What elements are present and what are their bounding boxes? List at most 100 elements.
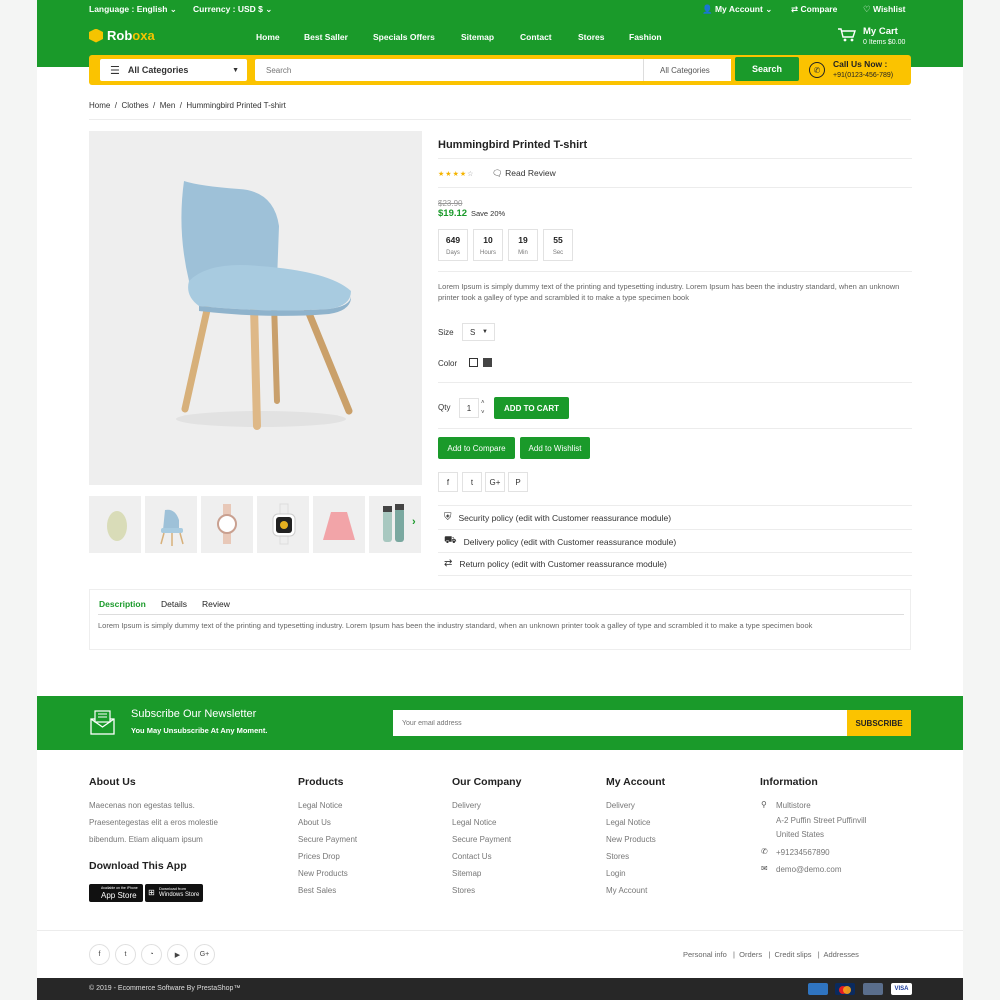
footer-google-icon[interactable]: G+ xyxy=(194,944,215,965)
footer-link[interactable]: Legal Notice xyxy=(452,818,496,827)
footer-link[interactable]: Prices Drop xyxy=(298,852,340,861)
addresses-link[interactable]: Addresses xyxy=(824,950,859,959)
thumbnail-chair[interactable] xyxy=(145,496,197,553)
add-to-compare-button[interactable]: Add to Compare xyxy=(438,437,515,459)
divider xyxy=(438,271,912,272)
cart-widget[interactable]: My Cart 0 Items $0.00 xyxy=(837,25,917,55)
info-email[interactable]: demo@demo.com xyxy=(776,865,841,874)
mail-icon: ✉ xyxy=(761,864,768,873)
share-google-icon[interactable]: G+ xyxy=(485,472,505,492)
info-address: United States xyxy=(776,830,825,839)
credit-slips-link[interactable]: Credit slips xyxy=(774,950,811,959)
windows-icon: ⊞ xyxy=(148,888,155,897)
chevron-right-icon[interactable]: › xyxy=(412,516,416,528)
wishlist-link[interactable]: ♡ Wishlist xyxy=(863,4,906,15)
footer-link[interactable]: Login xyxy=(606,869,626,878)
menu-item-stores[interactable]: Stores xyxy=(578,32,604,42)
menu-icon: ☰ xyxy=(110,64,120,77)
menu-item-contact[interactable]: Contact xyxy=(520,32,552,42)
footer-link[interactable]: New Products xyxy=(606,835,656,844)
caret-down-icon: ▼ xyxy=(482,329,488,335)
info-phone: +91234567890 xyxy=(776,848,830,857)
orders-link[interactable]: Orders xyxy=(739,950,762,959)
footer-link[interactable]: Legal Notice xyxy=(606,818,650,827)
divider xyxy=(438,529,912,530)
app-store-button[interactable]: Available on the iPhone App Store xyxy=(89,884,143,902)
currency-selector[interactable]: Currency : USD $ ⌄ xyxy=(193,4,272,15)
footer-link[interactable]: My Account xyxy=(606,886,647,895)
compare-link[interactable]: ⇄ Compare xyxy=(791,4,837,15)
personal-info-link[interactable]: Personal info xyxy=(683,950,727,959)
footer-facebook-icon[interactable]: f xyxy=(89,944,110,965)
divider xyxy=(98,614,904,615)
footer-link[interactable]: New Products xyxy=(298,869,348,878)
skirt-image xyxy=(323,512,355,540)
footer-rss-icon[interactable]: ◔ xyxy=(141,944,162,965)
menu-item-fashion[interactable]: Fashion xyxy=(629,32,662,42)
logo[interactable]: Roboxa xyxy=(89,28,155,43)
add-to-wishlist-button[interactable]: Add to Wishlist xyxy=(520,437,590,459)
footer-about: About Us Maecenas non egestas tellus. Pr… xyxy=(89,776,218,902)
windows-store-button[interactable]: ⊞ Download from Windows Store xyxy=(145,884,203,902)
breadcrumb-current: Hummingbird Printed T-shirt xyxy=(186,101,286,110)
subscribe-button[interactable]: SUBSCRIBE xyxy=(847,710,911,736)
newsletter-title: Subscribe Our Newsletter xyxy=(131,708,257,720)
tab-review[interactable]: Review xyxy=(202,599,230,609)
read-review-link[interactable]: 🗨 Read Review xyxy=(492,168,556,179)
amex-icon xyxy=(808,983,828,995)
footer-about-title: About Us xyxy=(89,776,136,788)
quantity-stepper[interactable]: ˄ ˅ xyxy=(481,398,485,418)
tab-description[interactable]: Description xyxy=(99,599,146,609)
footer-company-title: Our Company xyxy=(452,776,522,788)
share-twitter-icon[interactable]: t xyxy=(462,472,482,492)
thumbnail-watch[interactable] xyxy=(201,496,253,553)
share-facebook-icon[interactable]: f xyxy=(438,472,458,492)
countdown-hours: 10 Hours xyxy=(473,229,503,261)
thumbnail-skirt[interactable] xyxy=(313,496,365,553)
search-scope-dropdown[interactable]: All Categories xyxy=(643,59,731,81)
footer-twitter-icon[interactable]: t xyxy=(115,944,136,965)
menu-item-best-saller[interactable]: Best Saller xyxy=(304,32,348,42)
footer-link[interactable]: Contact Us xyxy=(452,852,492,861)
footer-link[interactable]: Stores xyxy=(606,852,629,861)
thumbnail-vase[interactable] xyxy=(89,496,141,553)
divider xyxy=(438,382,912,383)
footer-link[interactable]: Secure Payment xyxy=(452,835,511,844)
search-button[interactable]: Search xyxy=(735,57,799,81)
footer-link[interactable]: Secure Payment xyxy=(298,835,357,844)
product-main-image[interactable] xyxy=(89,131,422,485)
footer-link[interactable]: Sitemap xyxy=(452,869,481,878)
countdown-minutes: 19 Min xyxy=(508,229,538,261)
footer-link[interactable]: Best Sales xyxy=(298,886,336,895)
breadcrumb-home[interactable]: Home xyxy=(89,101,110,110)
color-swatch-white[interactable] xyxy=(469,358,478,367)
tab-content: Lorem Ipsum is simply dummy text of the … xyxy=(98,621,813,630)
menu-item-specials[interactable]: Specials Offers xyxy=(373,32,435,42)
footer-link[interactable]: Legal Notice xyxy=(298,801,342,810)
footer-link[interactable]: Delivery xyxy=(452,801,481,810)
menu-item-sitemap[interactable]: Sitemap xyxy=(461,32,494,42)
add-to-cart-button[interactable]: ADD TO CART xyxy=(494,397,569,419)
color-swatch-black[interactable] xyxy=(483,358,492,367)
product-title: Hummingbird Printed T-shirt xyxy=(438,139,588,151)
language-selector[interactable]: Language : English ⌄ xyxy=(89,4,177,15)
discover-icon xyxy=(863,983,883,995)
footer-link[interactable]: Stores xyxy=(452,886,475,895)
footer-youtube-icon[interactable]: ▶ xyxy=(167,944,188,965)
quantity-input[interactable]: 1 xyxy=(459,398,479,418)
category-dropdown[interactable]: ☰ All Categories ▼ xyxy=(100,59,247,81)
breadcrumb-men[interactable]: Men xyxy=(160,101,176,110)
menu-item-home[interactable]: Home xyxy=(256,32,280,42)
old-price: $23.90 xyxy=(438,199,463,208)
breadcrumb-clothes[interactable]: Clothes xyxy=(121,101,148,110)
my-account-link[interactable]: 👤 My Account ⌄ xyxy=(702,4,772,15)
share-pinterest-icon[interactable]: P xyxy=(508,472,528,492)
tab-details[interactable]: Details xyxy=(161,599,187,609)
download-app-title: Download This App xyxy=(89,860,187,872)
size-select[interactable]: S ▼ xyxy=(462,323,495,341)
footer-link[interactable]: Delivery xyxy=(606,801,635,810)
thumbnail-smartwatch[interactable] xyxy=(257,496,309,553)
footer-link[interactable]: About Us xyxy=(298,818,331,827)
footer-account-title: My Account xyxy=(606,776,666,788)
email-input[interactable] xyxy=(393,710,848,736)
